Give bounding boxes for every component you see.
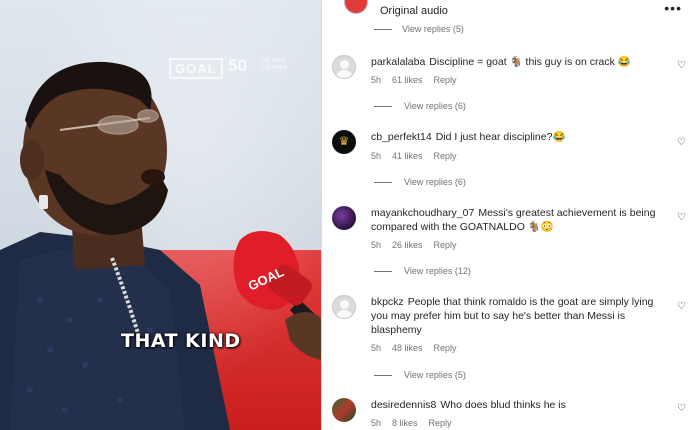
replies-line xyxy=(374,271,392,273)
view-replies-button[interactable]: View replies (12) xyxy=(374,266,471,276)
comment-time: 5h xyxy=(371,240,382,250)
comment-username[interactable]: bkpckz xyxy=(371,296,404,308)
reply-button[interactable]: Reply xyxy=(429,418,452,428)
comment-time: 5h xyxy=(371,418,382,428)
view-replies-button[interactable]: View replies (6) xyxy=(374,101,466,111)
comments-panel[interactable]: Original audio ••• View replies (5) park… xyxy=(322,0,689,430)
replies-line xyxy=(374,29,392,31)
post-header: Original audio ••• xyxy=(332,0,682,18)
reply-button[interactable]: Reply xyxy=(434,343,457,353)
like-heart-icon[interactable]: ♡ xyxy=(677,302,687,312)
comment-username[interactable]: cb_perfekt14 xyxy=(371,131,432,143)
like-heart-icon[interactable]: ♡ xyxy=(677,138,687,148)
reply-button[interactable]: Reply xyxy=(434,240,457,250)
comment-username[interactable]: parkalalaba xyxy=(371,56,425,68)
like-heart-icon[interactable]: ♡ xyxy=(677,213,687,223)
comment-body: parkalalaba Discipline = goat 🐐 this guy … xyxy=(371,55,671,69)
comment-likes[interactable]: 48 likes xyxy=(392,343,423,353)
comment-body: bkpckz People that think romaldo is the g… xyxy=(371,295,671,337)
comment-meta: 5h 41 likes Reply xyxy=(371,151,468,161)
crown-avatar-icon[interactable]: ♛ xyxy=(332,130,356,154)
comment-meta: 5h 26 likes Reply xyxy=(371,240,468,250)
comment-text: Did I just hear discipline?😂 xyxy=(435,131,566,143)
comment-body: desiredennis8 Who does blud thinks he is xyxy=(371,398,671,412)
comment-text: People that think romaldo is the goat ar… xyxy=(371,296,654,336)
user-photo-avatar-icon[interactable] xyxy=(332,398,356,422)
comment-time: 5h xyxy=(371,151,382,161)
comment-username[interactable]: desiredennis8 xyxy=(371,399,436,411)
comment-text: Discipline = goat 🐐 this guy is on crack… xyxy=(429,56,631,68)
comment-meta: 5h 48 likes Reply xyxy=(371,343,468,353)
default-avatar-icon[interactable] xyxy=(332,295,356,319)
comment-body: mayankchoudhary_07 Messi's greatest achie… xyxy=(371,206,671,234)
view-replies-button[interactable]: View replies (5) xyxy=(374,370,466,380)
like-heart-icon[interactable]: ♡ xyxy=(677,404,687,414)
like-heart-icon[interactable]: ♡ xyxy=(677,61,687,71)
default-avatar-icon[interactable] xyxy=(332,55,356,79)
comment-time: 5h xyxy=(371,343,382,353)
comment-meta: 5h 8 likes Reply xyxy=(371,418,463,428)
view-replies-button[interactable]: View replies (6) xyxy=(374,177,466,187)
comment-likes[interactable]: 61 likes xyxy=(392,75,423,85)
view-replies-button[interactable]: View replies (5) xyxy=(374,24,464,34)
replies-line xyxy=(374,106,392,108)
author-avatar[interactable] xyxy=(344,0,368,14)
replies-line xyxy=(374,182,392,184)
video-caption: THAT KIND xyxy=(121,330,241,352)
comment-text: Who does blud thinks he is xyxy=(440,399,566,411)
reply-button[interactable]: Reply xyxy=(434,75,457,85)
reply-button[interactable]: Reply xyxy=(434,151,457,161)
comment-likes[interactable]: 26 likes xyxy=(392,240,423,250)
comment-likes[interactable]: 41 likes xyxy=(392,151,423,161)
comment-meta: 5h 61 likes Reply xyxy=(371,75,468,85)
comment-body: cb_perfekt14 Did I just hear discipline?😂 xyxy=(371,130,671,144)
audio-title[interactable]: Original audio xyxy=(380,5,448,17)
replies-line xyxy=(374,375,392,377)
interviewee-figure: GOAL xyxy=(0,61,321,430)
comment-likes[interactable]: 8 likes xyxy=(392,418,418,428)
comment-time: 5h xyxy=(371,75,382,85)
user-photo-avatar-icon[interactable] xyxy=(332,206,356,230)
comment-username[interactable]: mayankchoudhary_07 xyxy=(371,207,474,219)
video-player[interactable]: GOAL 50 the most influential GOAL THAT K… xyxy=(0,0,321,430)
more-options-icon[interactable]: ••• xyxy=(664,0,682,16)
